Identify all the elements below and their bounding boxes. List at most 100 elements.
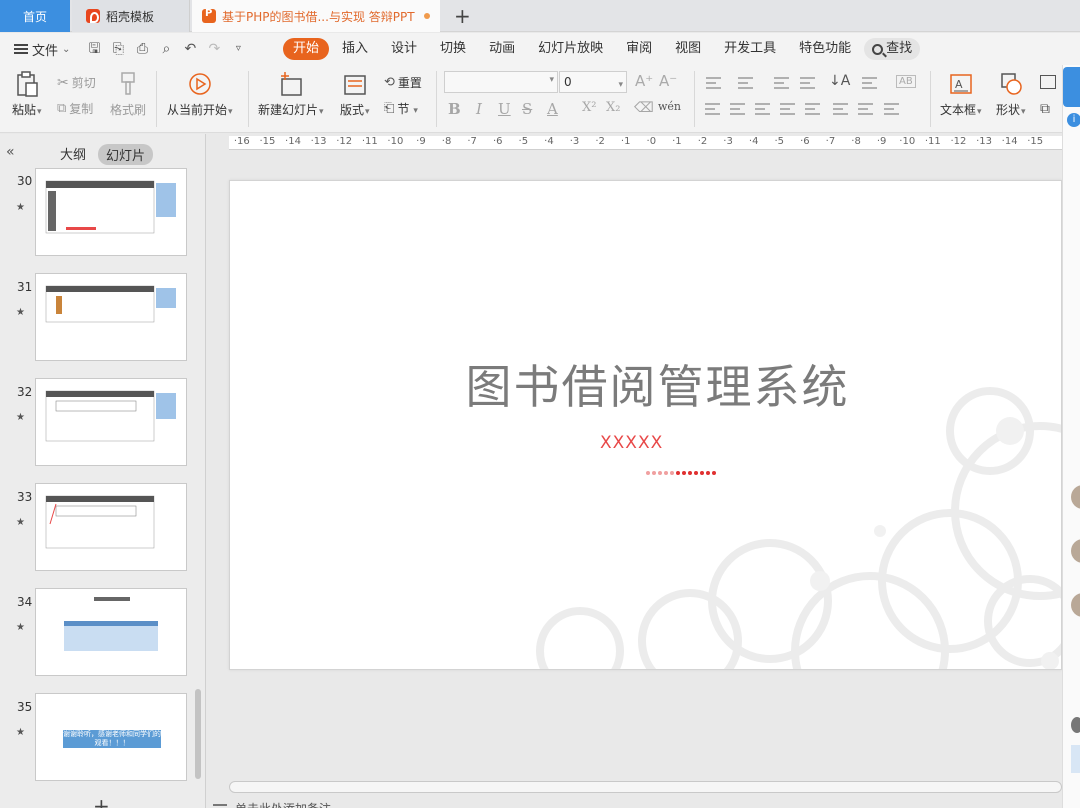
slide-thumbnail-31[interactable] <box>35 273 187 361</box>
new-slide-button[interactable]: 新建幻灯片 <box>258 71 324 118</box>
bullets-icon[interactable] <box>706 77 721 89</box>
tab-home[interactable]: 首页 <box>0 0 70 32</box>
help-icon[interactable] <box>1071 717 1080 733</box>
font-color-icon[interactable]: A <box>547 100 558 118</box>
info-icon[interactable]: i <box>1067 113 1080 127</box>
line-spacing-icon[interactable]: ↓A <box>829 73 850 89</box>
text-fit-icon[interactable]: AB <box>896 75 916 88</box>
slide-thumbnail-33[interactable] <box>35 483 187 571</box>
slide-thumbnail-32[interactable] <box>35 378 187 466</box>
paragraph-spacing-icon[interactable] <box>858 103 873 115</box>
avatar[interactable] <box>1071 485 1080 509</box>
align-right-icon[interactable] <box>755 103 770 115</box>
tab-animation[interactable]: 动画 <box>479 38 525 60</box>
collapse-panel-icon[interactable]: « <box>6 144 15 160</box>
superscript-icon[interactable]: X² <box>582 100 596 115</box>
italic-icon[interactable]: I <box>476 100 482 118</box>
paste-label: 粘贴 <box>12 103 37 117</box>
slide-thumbnail-30[interactable] <box>35 168 187 256</box>
decrease-font-icon[interactable]: A⁻ <box>659 72 677 90</box>
paste-button[interactable]: 粘贴 <box>12 71 42 118</box>
tab-slideshow[interactable]: 幻灯片放映 <box>528 38 613 60</box>
tab-docer-templates[interactable]: 稻壳模板 <box>72 0 190 32</box>
ruler-tick-label: ·13 <box>976 136 992 147</box>
font-name-select[interactable]: ▾ <box>444 71 558 93</box>
increase-indent-icon[interactable] <box>800 77 815 89</box>
tab-document[interactable]: 基于PHP的图书借...与实现 答辩PPT <box>192 0 440 32</box>
panel-scrollbar[interactable] <box>195 689 201 779</box>
text-box-button[interactable]: A 文本框 <box>940 71 982 118</box>
customize-chevron-icon[interactable]: ▿ <box>230 41 246 57</box>
section-button[interactable]: ⎗ 节 <box>384 100 418 117</box>
file-menu[interactable]: 文件 ⌄ <box>14 40 70 59</box>
tab-design[interactable]: 设计 <box>381 38 427 60</box>
search-button[interactable]: 查找 <box>864 38 921 60</box>
ruler-tick-label: ·10 <box>387 136 404 147</box>
paragraph-indent-icon[interactable] <box>884 103 899 115</box>
underline-icon[interactable]: U <box>498 100 511 118</box>
increase-font-icon[interactable]: A⁺ <box>635 72 653 90</box>
notes-area[interactable]: 单击此处添加备注 <box>213 800 331 808</box>
tab-features[interactable]: 特色功能 <box>789 38 861 60</box>
save-icon[interactable]: 🖫 <box>86 41 102 57</box>
format-painter-button[interactable]: 格式刷 <box>110 71 146 118</box>
numbering-icon[interactable] <box>738 77 753 89</box>
tab-transition[interactable]: 切换 <box>430 38 476 60</box>
slide-thumbnail-35[interactable]: 谢谢聆听，感谢老师和同学们的观看！！！ <box>35 693 187 781</box>
thumbnail-icon[interactable] <box>1071 745 1080 773</box>
justify-icon[interactable] <box>780 103 795 115</box>
font-size-select[interactable]: 0 ▾ <box>559 71 627 93</box>
redo-icon[interactable]: ↷ <box>206 41 222 57</box>
side-panel-tab[interactable] <box>1063 67 1080 107</box>
picture-icon[interactable] <box>1040 75 1056 89</box>
tab-review[interactable]: 审阅 <box>616 38 662 60</box>
slide-editor: ·16 ·15 ·14 ·13 ·12 ·11 ·10 ·9 ·8 ·7 ·6 ·5 ·4 ·3 ·2 ·1 ·… <box>207 134 1062 808</box>
horizontal-scrollbar[interactable] <box>229 781 1062 793</box>
tab-view[interactable]: 视图 <box>665 38 711 60</box>
layout-button[interactable]: 版式 <box>340 71 370 118</box>
arrange-icon[interactable]: ⧉ <box>1040 101 1050 117</box>
tab-start[interactable]: 开始 <box>283 38 330 60</box>
tab-outline[interactable]: 大纲 <box>60 144 86 163</box>
add-slide-plus-icon[interactable]: + <box>93 794 110 808</box>
print-preview-icon[interactable]: ⌕ <box>158 41 174 57</box>
shape-icon <box>999 71 1023 97</box>
distribute-icon[interactable] <box>805 103 820 115</box>
tab-slides[interactable]: 幻灯片 <box>98 144 154 165</box>
text-direction-icon[interactable] <box>862 77 877 89</box>
print-icon[interactable]: ⎙ <box>134 41 150 57</box>
output-icon[interactable]: ⎘ <box>110 41 126 57</box>
decrease-indent-icon[interactable] <box>774 77 789 89</box>
phonetic-icon[interactable]: wén <box>658 100 681 113</box>
strikethrough-icon[interactable]: S <box>522 100 532 118</box>
slide-subtitle[interactable]: XXXXX <box>600 433 663 453</box>
slide-title[interactable]: 图书借阅管理系统 <box>230 351 1061 417</box>
slide-thumbnail-34[interactable] <box>35 588 187 676</box>
new-slide-label: 新建幻灯片 <box>258 103 319 117</box>
copy-button[interactable]: ⧉ 复制 <box>57 100 93 117</box>
shape-button[interactable]: 形状 <box>996 71 1026 118</box>
ruler-tick-label: ·7 <box>825 136 836 147</box>
slide-canvas[interactable]: 图书借阅管理系统 XXXXX <box>229 180 1062 670</box>
column-spacing-icon[interactable] <box>833 103 848 115</box>
avatar[interactable] <box>1071 593 1080 617</box>
avatar[interactable] <box>1071 539 1080 563</box>
cut-button[interactable]: ✂ 剪切 <box>57 74 96 91</box>
text-box-icon: A <box>949 71 973 97</box>
align-left-icon[interactable] <box>705 103 720 115</box>
eraser-icon[interactable]: ⌫ <box>634 100 654 116</box>
ruler-tick-label: ·5 <box>774 136 785 147</box>
bold-icon[interactable]: B <box>448 100 461 118</box>
slide-number: 31 <box>17 280 33 294</box>
subscript-icon[interactable]: X₂ <box>606 100 620 115</box>
new-tab-plus-icon[interactable]: + <box>454 4 471 28</box>
slide-number: 32 <box>17 385 33 399</box>
play-from-current-button[interactable]: 从当前开始 <box>167 71 233 118</box>
align-center-icon[interactable] <box>730 103 745 115</box>
reset-button[interactable]: ⟲ 重置 <box>384 74 422 91</box>
undo-icon[interactable]: ↶ <box>182 41 198 57</box>
ruler-tick-label: ·9 <box>416 136 426 147</box>
tab-insert[interactable]: 插入 <box>332 38 378 60</box>
tab-developer[interactable]: 开发工具 <box>714 38 786 60</box>
notes-icon <box>213 803 227 808</box>
